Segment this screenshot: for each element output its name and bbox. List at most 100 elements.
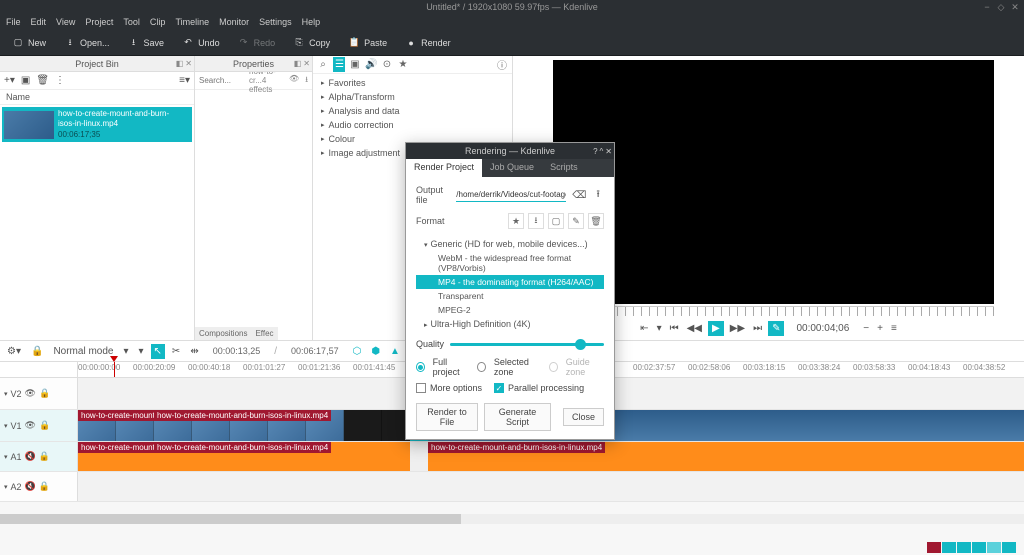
undock-icon[interactable]: ◧	[176, 59, 184, 68]
insert-icon[interactable]: ▲	[387, 344, 403, 359]
new-format-icon[interactable]: ▢	[548, 213, 564, 229]
add-clip-icon[interactable]: +▾	[4, 75, 15, 86]
spacer-tool[interactable]: ⇹	[187, 344, 201, 359]
radio-guide-zone[interactable]	[549, 362, 558, 372]
properties-search-input[interactable]	[199, 76, 247, 85]
menu-view[interactable]: View	[56, 17, 75, 27]
download-format-icon[interactable]: ⭳	[528, 213, 544, 229]
radio-selected-zone[interactable]	[477, 362, 486, 372]
format-transparent[interactable]: Transparent	[416, 289, 604, 303]
swatch-teal-2[interactable]	[957, 542, 971, 553]
tab-compositions[interactable]: Compositions	[195, 327, 251, 340]
menu-settings[interactable]: Settings	[259, 17, 292, 27]
save-preset-icon[interactable]: ⭳	[305, 74, 308, 88]
format-mp4[interactable]: MP4 - the dominating format (H264/AAC)	[416, 275, 604, 289]
menu-monitor[interactable]: Monitor	[219, 17, 249, 27]
category-alpha[interactable]: Alpha/Transform	[313, 90, 512, 104]
track-a1-content[interactable]: how-to-create-mount-and-burn-isos-in-lin…	[78, 442, 1024, 471]
browse-icon[interactable]: ⭱	[592, 188, 604, 202]
lock-track-icon[interactable]: 🔒	[39, 451, 50, 462]
lock-track-icon[interactable]: 🔒	[39, 388, 50, 399]
custom-icon[interactable]: ⊙	[381, 59, 393, 70]
checkbox-parallel[interactable]: ✓	[494, 383, 504, 393]
window-close-icon[interactable]: ✕	[1010, 2, 1020, 12]
dropdown2-icon[interactable]: ▾	[136, 344, 147, 359]
position-timecode[interactable]: 00:00:13,25	[210, 344, 264, 358]
marker1-icon[interactable]: ⬡	[350, 344, 365, 359]
tab-job-queue[interactable]: Job Queue	[482, 159, 542, 177]
swatch-teal-3[interactable]	[972, 542, 986, 553]
eye-icon[interactable]: 👁	[289, 74, 299, 88]
marker2-icon[interactable]: ⬢	[368, 344, 383, 359]
swatch-teal-1[interactable]	[942, 542, 956, 553]
list-view-icon[interactable]: ☰	[333, 57, 345, 72]
menu-project[interactable]: Project	[85, 17, 113, 27]
dialog-close-icon[interactable]: ✕	[605, 147, 612, 156]
clear-icon[interactable]: ⌫	[572, 188, 586, 202]
edit-format-icon[interactable]: ✎	[568, 213, 584, 229]
timeline-settings-icon[interactable]: ⚙▾	[4, 344, 24, 359]
tag-icon[interactable]: ⋮	[55, 75, 65, 86]
audio-effects-icon[interactable]: 🔊	[365, 59, 377, 70]
mute-audio-icon[interactable]: 🔇	[25, 481, 36, 492]
forward-icon[interactable]: ▶▶	[728, 321, 747, 336]
dialog-titlebar[interactable]: Rendering — Kdenlive ?^✕	[406, 143, 614, 159]
output-file-input[interactable]	[456, 188, 566, 202]
tab-effects[interactable]: Effec	[251, 327, 277, 340]
radio-full-project[interactable]	[416, 362, 425, 372]
open-button[interactable]: ⭳Open...	[58, 34, 116, 52]
swatch-light[interactable]	[987, 542, 1001, 553]
format-mpeg2[interactable]: MPEG-2	[416, 303, 604, 317]
favorite-format-icon[interactable]: ★	[508, 213, 524, 229]
rewind-icon[interactable]: ◀◀	[685, 321, 704, 336]
monitor-video[interactable]	[553, 60, 994, 304]
delete-icon[interactable]: 🗑	[36, 75, 49, 86]
format-group-uhd[interactable]: Ultra-High Definition (4K)	[416, 317, 604, 331]
razor-tool[interactable]: ✂	[169, 344, 183, 359]
menu-edit[interactable]: Edit	[31, 17, 47, 27]
tab-render-project[interactable]: Render Project	[406, 159, 482, 177]
render-to-file-button[interactable]: Render to File	[416, 403, 478, 431]
menu-help[interactable]: Help	[302, 17, 321, 27]
menu-clip[interactable]: Clip	[150, 17, 166, 27]
category-analysis[interactable]: Analysis and data	[313, 104, 512, 118]
copy-button[interactable]: ⎘Copy	[287, 34, 336, 52]
menu-file[interactable]: File	[6, 17, 21, 27]
zoom-in-icon[interactable]: +	[875, 321, 885, 336]
lock-track-icon[interactable]: 🔒	[39, 420, 50, 431]
swatch-teal-4[interactable]	[1002, 542, 1016, 553]
track-a2-content[interactable]	[78, 472, 1024, 501]
monitor-options-icon[interactable]: ≡	[889, 321, 899, 336]
close-dialog-button[interactable]: Close	[563, 408, 604, 426]
zone-start-icon[interactable]: ⇤	[638, 321, 650, 336]
window-minimize-icon[interactable]: −	[982, 2, 992, 12]
mute-audio-icon[interactable]: 🔇	[25, 451, 36, 462]
select-tool[interactable]: ↖	[151, 344, 165, 359]
format-webm[interactable]: WebM - the widespread free format (VP8/V…	[416, 251, 604, 275]
edit-mode-icon[interactable]: ✎	[768, 321, 784, 336]
chevron-down-icon[interactable]: ▾	[120, 344, 131, 359]
save-button[interactable]: ⭳Save	[122, 34, 171, 52]
bin-name-column[interactable]: Name	[0, 90, 194, 105]
new-button[interactable]: ▢New	[6, 34, 52, 52]
menu-tool[interactable]: Tool	[123, 17, 140, 27]
checkbox-more-options[interactable]	[416, 383, 426, 393]
delete-format-icon[interactable]: 🗑	[588, 213, 604, 229]
generate-script-button[interactable]: Generate Script	[484, 403, 551, 431]
audio-clip-3[interactable]: how-to-create-mount-and-burn-isos-in-lin…	[428, 442, 1024, 471]
close-panel-icon[interactable]: ✕	[303, 59, 310, 68]
category-audio[interactable]: Audio correction	[313, 118, 512, 132]
video-clip-2[interactable]: how-to-create-mount-and-burn-isos-in-lin…	[154, 410, 410, 441]
dialog-rollup-icon[interactable]: ^	[600, 147, 604, 156]
search-icon[interactable]: ⌕	[317, 59, 329, 70]
audio-clip-2[interactable]: how-to-create-mount-and-burn-isos-in-lin…	[154, 442, 410, 471]
monitor-timecode[interactable]: 00:00:04;06	[794, 321, 851, 336]
video-clip-1[interactable]: how-to-create-mount-and-burn-isos-in-lin…	[78, 410, 154, 441]
quality-slider[interactable]	[450, 343, 604, 346]
monitor-ruler[interactable]	[553, 306, 994, 316]
playhead[interactable]	[114, 362, 115, 377]
dropdown-icon[interactable]: ▾	[655, 321, 664, 336]
favorite-icon[interactable]: ★	[397, 59, 409, 70]
tab-scripts[interactable]: Scripts	[542, 159, 586, 177]
swatch-red[interactable]	[927, 542, 941, 553]
